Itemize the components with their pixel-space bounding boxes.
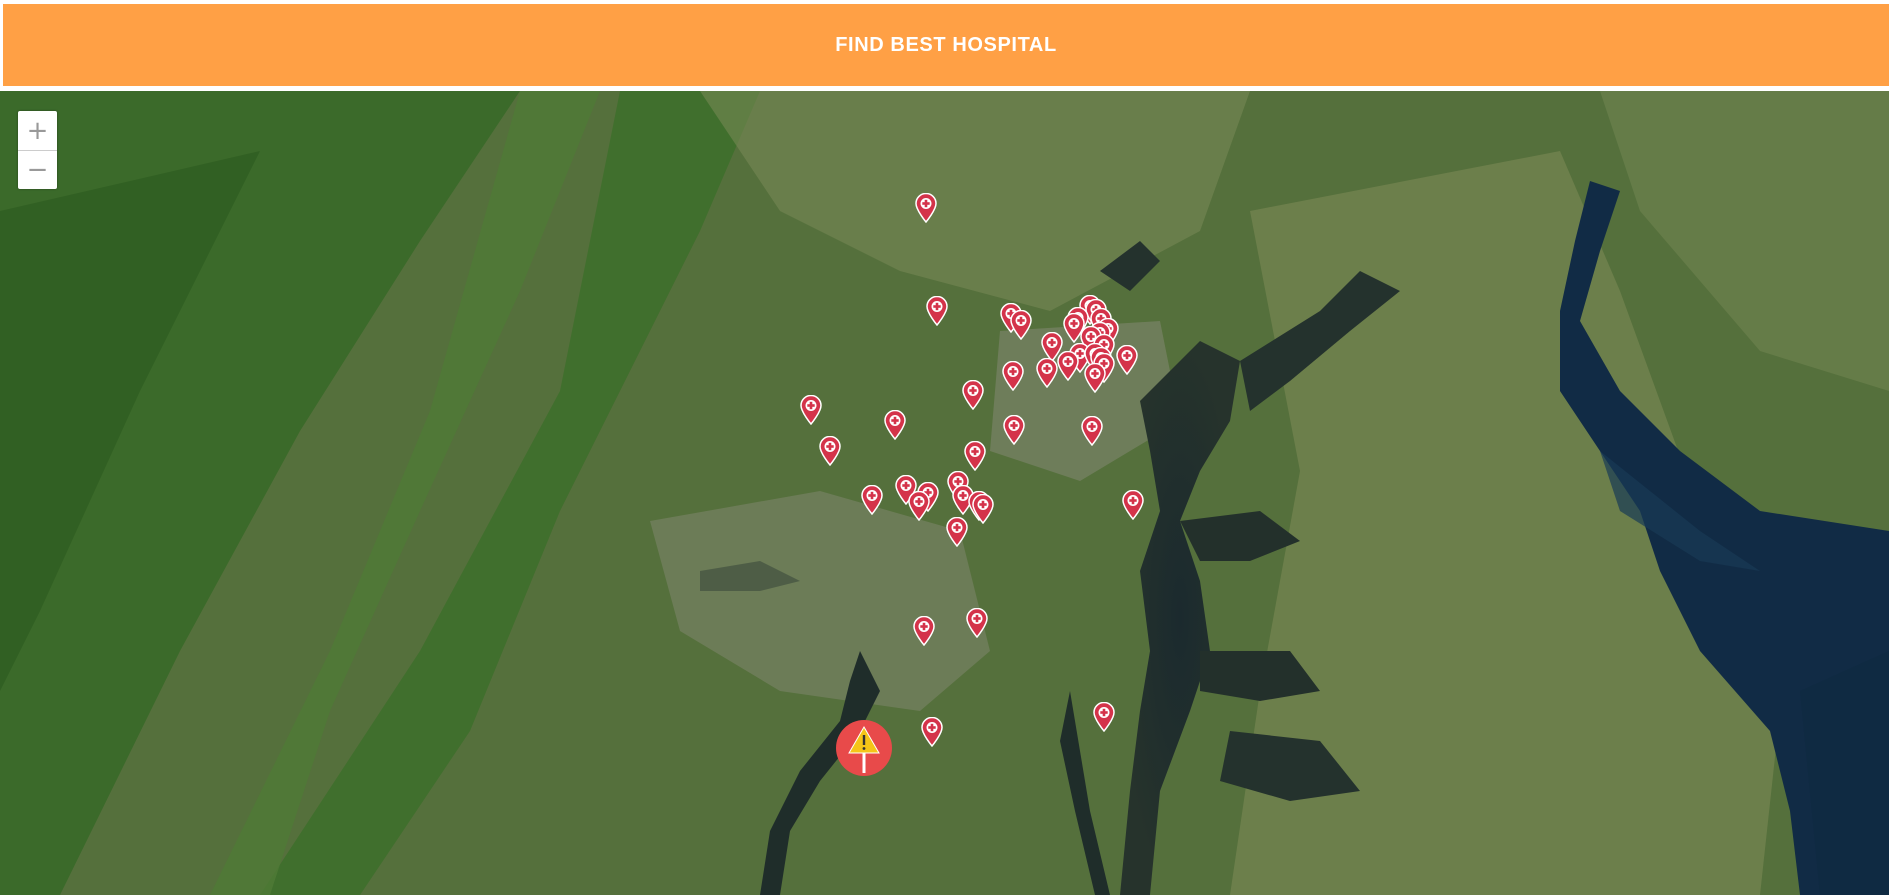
hospital-marker[interactable] <box>1002 361 1024 391</box>
hospital-marker[interactable] <box>819 436 841 466</box>
hospital-marker[interactable] <box>1057 351 1079 381</box>
hospital-marker[interactable] <box>800 395 822 425</box>
hospital-marker-icon <box>962 380 984 410</box>
hospital-marker-icon <box>1036 358 1058 388</box>
hospital-marker[interactable] <box>908 491 930 521</box>
hospital-marker-icon <box>1010 310 1032 340</box>
hospital-marker[interactable] <box>962 380 984 410</box>
zoom-control: + − <box>18 111 57 189</box>
hospital-marker[interactable] <box>915 193 937 223</box>
hospital-marker[interactable] <box>926 296 948 326</box>
hospital-marker[interactable] <box>913 616 935 646</box>
hospital-marker-icon <box>1093 702 1115 732</box>
hospital-marker-icon <box>946 517 968 547</box>
hospital-marker-icon <box>908 491 930 521</box>
hospital-marker-icon <box>1003 415 1025 445</box>
hospital-marker[interactable] <box>1010 310 1032 340</box>
hospital-marker[interactable] <box>884 410 906 440</box>
hospital-marker-icon <box>926 296 948 326</box>
minus-icon: − <box>26 154 49 185</box>
map-view[interactable]: + − <box>0 91 1889 895</box>
hospital-marker-icon <box>1084 363 1106 393</box>
warning-sign-icon <box>836 720 892 776</box>
hospital-marker-icon <box>1057 351 1079 381</box>
hospital-marker-icon <box>861 485 883 515</box>
hospital-marker-icon <box>800 395 822 425</box>
hospital-marker-icon <box>1081 416 1103 446</box>
hospital-marker[interactable] <box>964 441 986 471</box>
incident-alert-marker[interactable] <box>835 719 893 777</box>
hospital-marker-icon <box>972 494 994 524</box>
hospital-marker[interactable] <box>1036 358 1058 388</box>
hospital-marker[interactable] <box>1084 363 1106 393</box>
hospital-marker-icon <box>966 608 988 638</box>
zoom-in-button[interactable]: + <box>18 111 57 151</box>
hospital-marker[interactable] <box>946 517 968 547</box>
plus-icon: + <box>26 115 49 146</box>
hospital-marker[interactable] <box>1003 415 1025 445</box>
hospital-marker-icon <box>913 616 935 646</box>
zoom-out-button[interactable]: − <box>18 150 57 189</box>
find-best-hospital-button[interactable]: FIND BEST HOSPITAL <box>3 4 1889 86</box>
hospital-marker[interactable] <box>972 494 994 524</box>
hospital-marker-icon <box>964 441 986 471</box>
hospital-marker[interactable] <box>1093 702 1115 732</box>
hospital-marker[interactable] <box>1116 345 1138 375</box>
hospital-marker-icon <box>1116 345 1138 375</box>
hospital-marker[interactable] <box>1122 490 1144 520</box>
hospital-marker[interactable] <box>861 485 883 515</box>
find-best-hospital-label: FIND BEST HOSPITAL <box>835 33 1057 56</box>
hospital-marker-icon <box>915 193 937 223</box>
hospital-marker-icon <box>819 436 841 466</box>
hospital-marker-icon <box>921 717 943 747</box>
satellite-basemap <box>0 91 1889 895</box>
hospital-marker[interactable] <box>921 717 943 747</box>
hospital-marker[interactable] <box>966 608 988 638</box>
hospital-marker-icon <box>1122 490 1144 520</box>
hospital-marker-icon <box>884 410 906 440</box>
hospital-marker[interactable] <box>1081 416 1103 446</box>
hospital-marker-icon <box>1002 361 1024 391</box>
